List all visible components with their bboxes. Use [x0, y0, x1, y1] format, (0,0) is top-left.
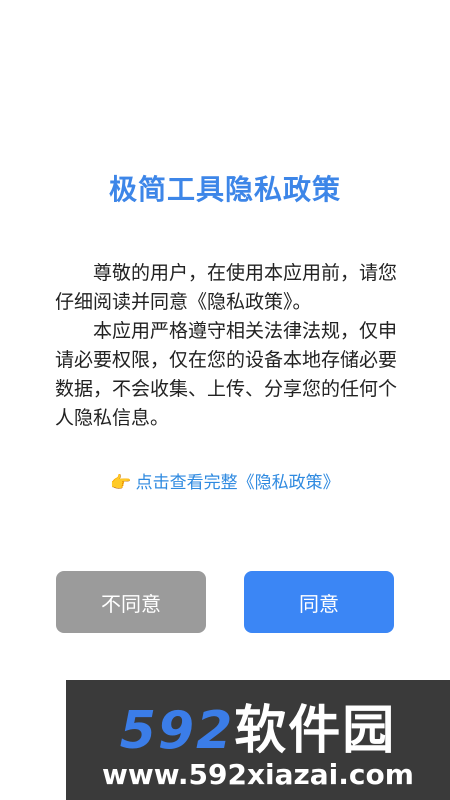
- pointing-hand-icon: 👉: [110, 473, 132, 493]
- watermark-url: www.592xiazai.com: [102, 758, 414, 791]
- view-full-policy-label[interactable]: 点击查看完整《隐私政策》: [136, 473, 340, 493]
- agree-button[interactable]: 同意: [244, 571, 394, 633]
- watermark-banner: 592软件园 www.592xiazai.com: [66, 680, 450, 800]
- watermark-logo: 592软件园: [66, 688, 450, 763]
- watermark-logo-number: 592: [119, 701, 235, 761]
- policy-body: 尊敬的用户，在使用本应用前，请您仔细阅读并同意《隐私政策》。 本应用严格遵守相关…: [55, 259, 405, 433]
- policy-paragraph-1: 尊敬的用户，在使用本应用前，请您仔细阅读并同意《隐私政策》。: [55, 262, 398, 313]
- policy-paragraph-2: 本应用严格遵守相关法律法规，仅申请必要权限，仅在您的设备本地存储必要数据，不会收…: [55, 320, 398, 429]
- disagree-button[interactable]: 不同意: [56, 571, 206, 633]
- privacy-policy-screen: 极简工具隐私政策 尊敬的用户，在使用本应用前，请您仔细阅读并同意《隐私政策》。 …: [0, 0, 450, 800]
- watermark-logo-text: 软件园: [234, 701, 397, 761]
- dialog-title: 极简工具隐私政策: [108, 173, 341, 206]
- view-full-policy-link[interactable]: 👉 点击查看完整《隐私政策》: [0, 468, 450, 493]
